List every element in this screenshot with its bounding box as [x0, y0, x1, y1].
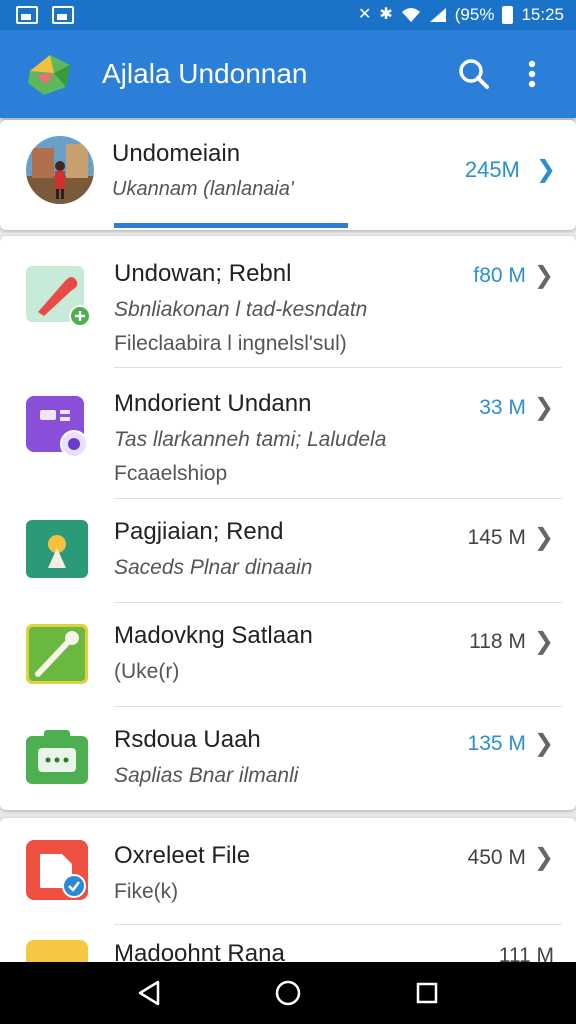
gallery-icon — [16, 6, 38, 24]
chevron-right-icon: ❯ — [533, 524, 554, 551]
bluetooth-icon: ✱ — [379, 6, 393, 23]
item-title: Madovkng Satlaan — [114, 622, 313, 649]
item-detail: Fileclaabira l ingnelsl'sul) — [114, 332, 347, 355]
navigation-bar — [0, 962, 576, 1024]
list-item[interactable]: Pagjiaian; Rend Saceds Plnar dinaain 145… — [0, 514, 576, 604]
item-description: Sbnliakonan l tad-kesndatn — [114, 298, 368, 321]
item-size: 118 M ❯ — [469, 628, 554, 655]
search-icon — [459, 59, 489, 89]
search-button[interactable] — [450, 50, 498, 98]
battery-percent: (95% — [454, 5, 495, 24]
list-item[interactable]: Rsdoua Uaah Saplias Bnar ilmanli 135 M ❯ — [0, 722, 576, 806]
profile-name: Undomeiain — [112, 139, 241, 167]
divider — [114, 924, 562, 925]
item-description: Saplias Bnar ilmanli — [114, 764, 299, 787]
brush-icon — [26, 624, 88, 684]
bluetooth-off-icon: ✕ — [357, 6, 372, 23]
clock: 15:25 — [521, 5, 564, 24]
list-item[interactable]: Oxreleet File Fike(k) 450 M ❯ — [0, 834, 576, 930]
app-list-card-2: Oxreleet File Fike(k) 450 M ❯ Madoohnt R… — [0, 818, 576, 980]
home-icon — [275, 980, 301, 1006]
chevron-right-icon: ❯ — [533, 262, 554, 289]
game-icon — [26, 396, 88, 456]
app-logo-icon — [28, 55, 70, 95]
item-detail: Fcaaelshiop — [114, 462, 228, 485]
avatar — [26, 136, 94, 204]
item-title: Mndorient Undann — [114, 390, 312, 417]
item-title: Pagjiaian; Rend — [114, 518, 284, 545]
more-vert-icon — [528, 60, 536, 88]
lightbulb-icon — [26, 520, 88, 578]
divider — [114, 706, 562, 707]
item-size: 145 M ❯ — [467, 524, 554, 551]
image-icon — [52, 6, 74, 24]
item-title: Oxreleet File — [114, 842, 251, 869]
back-icon — [139, 980, 160, 1006]
divider — [114, 367, 562, 368]
chevron-right-icon: ❯ — [533, 844, 554, 871]
item-title: Undowan; Rebnl — [114, 260, 292, 287]
back-button[interactable] — [129, 973, 169, 1013]
battery-icon — [502, 6, 514, 24]
chevron-right-icon: ❯ — [535, 156, 556, 183]
tab-indicator — [114, 223, 348, 228]
item-size: f80 M ❯ — [473, 262, 554, 289]
chevron-right-icon: ❯ — [533, 394, 554, 421]
app-list-card: Undowan; Rebnl Sbnliakonan l tad-kesndat… — [0, 236, 576, 810]
divider — [114, 498, 562, 499]
profile-card[interactable]: Undomeiain Ukannam (lanlanaia' 245M ❯ — [0, 120, 576, 230]
signal-icon — [429, 8, 446, 22]
chevron-right-icon: ❯ — [533, 730, 554, 757]
item-description: Saceds Plnar dinaain — [114, 556, 313, 579]
pen-add-icon — [26, 266, 90, 326]
status-bar: ✕ ✱ (95% 15:25 — [0, 0, 576, 30]
recents-icon — [416, 982, 437, 1004]
more-options-button[interactable] — [508, 50, 556, 98]
file-check-icon — [26, 840, 88, 900]
divider — [114, 602, 562, 603]
list-item[interactable]: Mndorient Undann Tas llarkanneh tami; La… — [0, 386, 576, 504]
chat-icon — [26, 730, 88, 784]
recents-button[interactable] — [407, 973, 447, 1013]
chevron-right-icon: ❯ — [533, 628, 554, 655]
item-description: (Uke(r) — [114, 660, 180, 683]
app-bar: Ajlala Undonnan — [0, 30, 576, 118]
item-size: 450 M ❯ — [467, 844, 554, 871]
list-item[interactable]: Madovkng Satlaan (Uke(r) 118 M ❯ — [0, 618, 576, 708]
list-item[interactable]: Undowan; Rebnl Sbnliakonan l tad-kesndat… — [0, 256, 576, 374]
item-size: 135 M ❯ — [467, 730, 554, 757]
item-description: Fike(k) — [114, 880, 179, 903]
app-title: Ajlala Undonnan — [102, 58, 308, 89]
item-title: Rsdoua Uaah — [114, 726, 261, 753]
item-description: Tas llarkanneh tami; Laludela — [114, 428, 387, 451]
profile-size: 245M — [464, 157, 520, 182]
item-size: 33 M ❯ — [479, 394, 554, 421]
profile-subtitle: Ukannam (lanlanaia' — [112, 177, 294, 200]
home-button[interactable] — [268, 973, 308, 1013]
wifi-icon — [401, 8, 420, 22]
